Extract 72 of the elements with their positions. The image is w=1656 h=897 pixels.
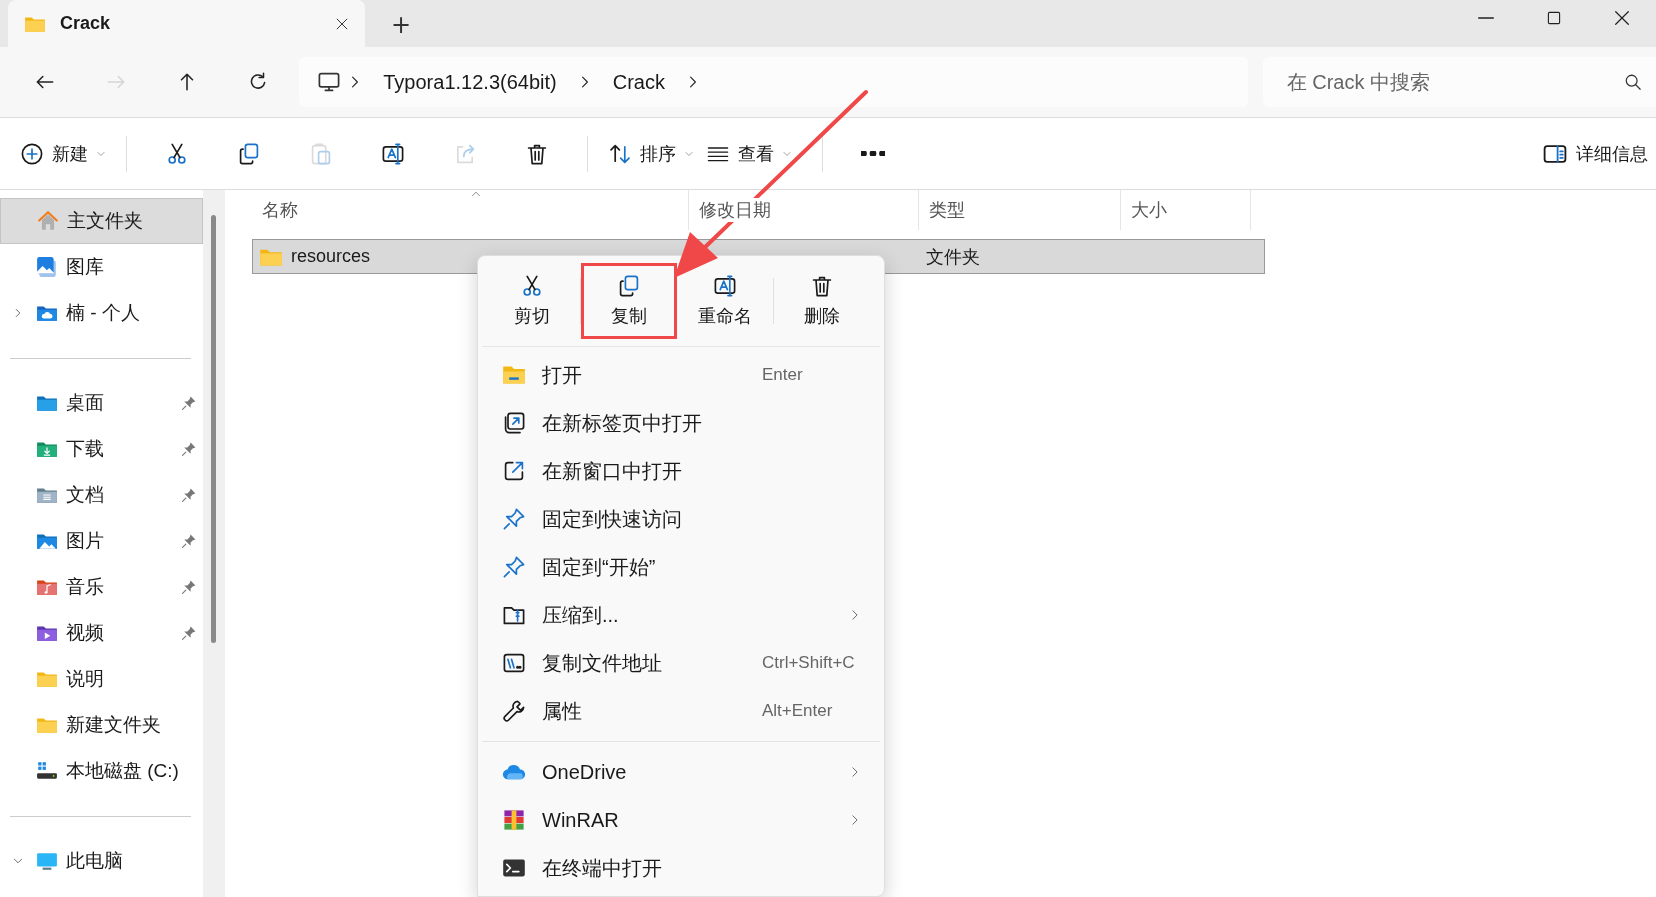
scissors-icon [520, 274, 544, 298]
sidebar-item[interactable]: 说明 [0, 656, 203, 702]
pin-icon [181, 441, 197, 457]
view-button[interactable]: 查看 [700, 129, 798, 178]
sidebar-item[interactable]: 图片 [0, 518, 203, 564]
scrollbar[interactable] [203, 190, 225, 897]
menu-item[interactable]: 属性 Alt+Enter [482, 687, 880, 735]
sidebar-item[interactable]: 主文件夹 [0, 198, 203, 244]
search-icon [1624, 73, 1642, 91]
drive-icon [36, 760, 58, 782]
monitor-icon [36, 850, 58, 872]
copy-icon [617, 274, 641, 298]
menu-item[interactable]: WinRAR [482, 796, 880, 844]
file-type: 文件夹 [925, 245, 980, 269]
pin-icon [181, 579, 197, 595]
new-window-icon [502, 459, 526, 483]
menu-item[interactable]: 在新窗口中打开 [482, 447, 880, 495]
trash-icon [810, 274, 834, 298]
maximize-icon [1546, 10, 1562, 26]
column-header[interactable]: 大小 [1121, 190, 1251, 230]
sidebar-item[interactable]: 新建文件夹 [0, 702, 203, 748]
minimize-icon [1478, 17, 1494, 19]
sidebar-item[interactable]: 音乐 [0, 564, 203, 610]
sidebar-item[interactable]: 下载 [0, 426, 203, 472]
menu-item[interactable]: 固定到“开始” [482, 543, 880, 591]
stacked-books-icon [502, 808, 526, 832]
pin-icon [502, 507, 526, 531]
sidebar-item[interactable]: 本地磁盘 (C:) [0, 748, 203, 794]
new-button[interactable]: 新建 [14, 129, 112, 178]
menu-item[interactable]: 固定到快速访问 [482, 495, 880, 543]
menu-item[interactable]: 在终端中打开 [482, 844, 880, 892]
breadcrumb-item[interactable]: Crack [598, 70, 679, 94]
breadcrumb-item[interactable]: Typora1.12.3(64bit) [369, 70, 571, 94]
pin-icon [181, 625, 197, 641]
column-header[interactable]: 名称 [252, 190, 689, 230]
address-bar[interactable]: Typora1.12.3(64bit) Crack [299, 57, 1248, 107]
sidebar-item[interactable]: 图库 [0, 244, 203, 290]
column-header[interactable]: 修改日期 [689, 190, 919, 230]
sort-button[interactable]: 排序 [602, 129, 700, 178]
new-tab-icon [502, 411, 526, 435]
sidebar-item[interactable]: 楠 - 个人 [0, 290, 203, 336]
menu-item[interactable]: 打开 Enter [482, 351, 880, 399]
search-field[interactable]: 在 Crack 中搜索 [1262, 57, 1656, 107]
sidebar-item[interactable]: 桌面 [0, 380, 203, 426]
gallery-icon [36, 256, 58, 278]
rename-button[interactable]: 重命名 [677, 263, 773, 339]
pin-icon [181, 395, 197, 411]
path-icon [502, 651, 526, 675]
copy-button[interactable]: 复制 [581, 263, 677, 339]
menu-item[interactable]: 在新标签页中打开 [482, 399, 880, 447]
menu-item[interactable]: 压缩到... [482, 591, 880, 639]
house-icon [37, 210, 59, 232]
menu-item[interactable]: 复制文件地址 Ctrl+Shift+C [482, 639, 880, 687]
pin-icon [181, 533, 197, 549]
delete-button[interactable]: 删除 [774, 263, 870, 339]
menu-item[interactable]: OneDrive [482, 748, 880, 796]
sidebar-item[interactable]: 视频 [0, 610, 203, 656]
details-pane-button[interactable]: 详细信息 [1536, 129, 1654, 178]
tab[interactable]: Crack [8, 0, 365, 47]
monitor-icon [317, 70, 342, 94]
pin-icon [502, 555, 526, 579]
close-icon [335, 16, 349, 31]
sidebar-item[interactable]: 此电脑 [0, 838, 203, 884]
cut-button[interactable]: 剪切 [484, 263, 580, 339]
column-header[interactable]: 类型 [919, 190, 1121, 230]
file-name: resources [291, 246, 371, 267]
close-icon [1613, 9, 1631, 27]
new-tab-button[interactable]: + [377, 3, 425, 47]
wrench-icon [502, 699, 526, 723]
sidebar-item[interactable]: 文档 [0, 472, 203, 518]
pin-icon [181, 487, 197, 503]
rename-icon [713, 274, 737, 298]
